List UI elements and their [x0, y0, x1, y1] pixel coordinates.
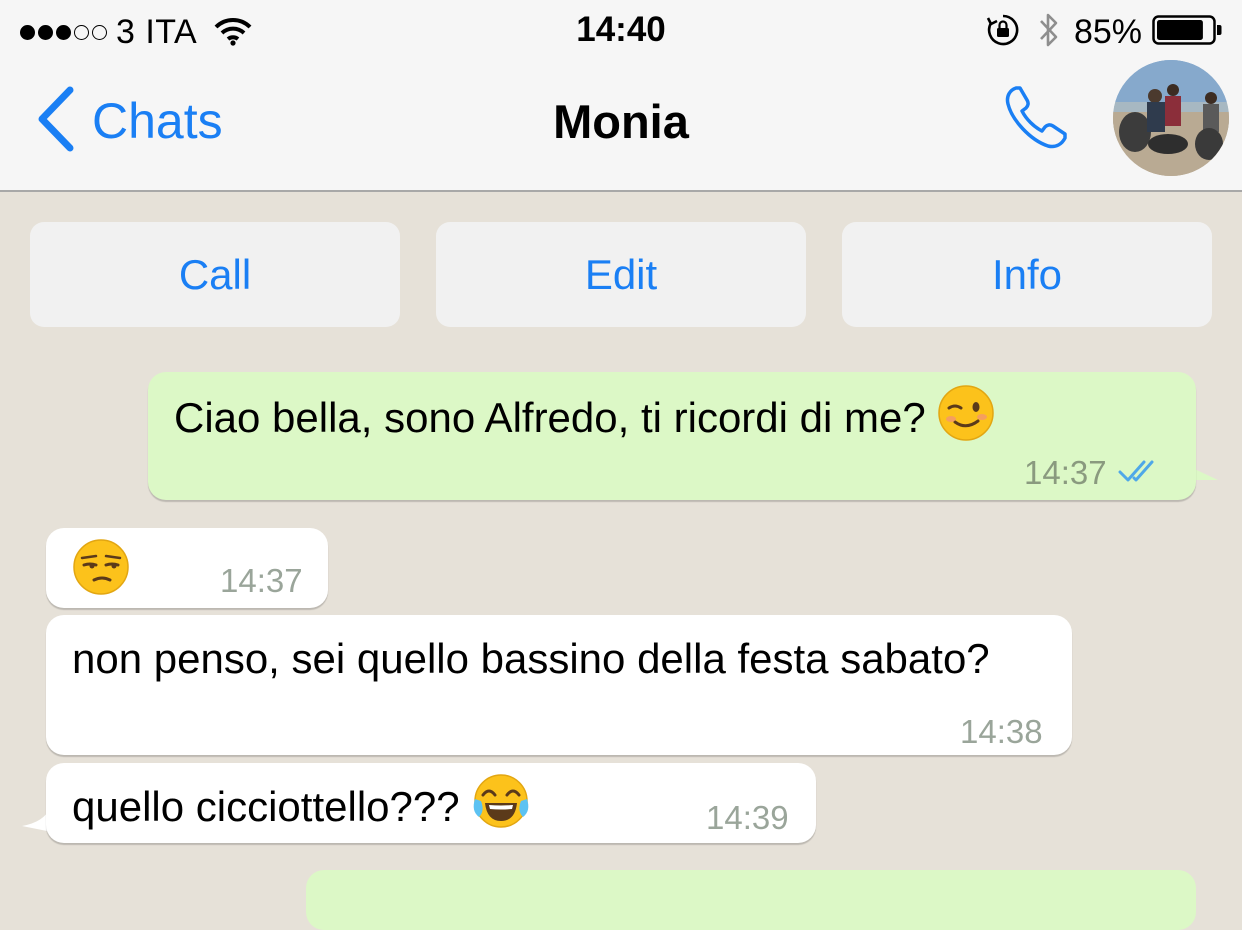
orientation-lock-icon	[986, 13, 1020, 52]
status-bar: 3 ITA 14:40 85%	[0, 0, 1242, 64]
battery-icon	[1152, 14, 1222, 51]
winking-face-emoji-icon	[937, 384, 995, 458]
chat-header: Chats Monia	[0, 60, 1242, 192]
message-text-content: Ciao bella, sono Alfredo, ti ricordi di …	[174, 394, 926, 442]
edit-button[interactable]: Edit	[436, 222, 806, 327]
message-bubble-outgoing[interactable]	[306, 870, 1196, 930]
status-right: 85%	[986, 12, 1222, 52]
unamused-face-emoji-icon	[72, 538, 130, 601]
message-bubble-outgoing[interactable]: Ciao bella, sono Alfredo, ti ricordi di …	[148, 372, 1196, 500]
message-text-content: quello cicciottello???	[72, 783, 460, 831]
message-time: 14:38	[960, 713, 1043, 750]
message-text: Ciao bella, sono Alfredo, ti ricordi di …	[174, 384, 995, 458]
message-text: quello cicciottello???	[72, 773, 531, 847]
message-time: 14:37	[220, 562, 303, 599]
battery-percentage: 85%	[1073, 12, 1142, 51]
phone-icon[interactable]	[1002, 82, 1072, 157]
message-bubble-incoming[interactable]: quello cicciottello??? 14:39	[46, 763, 816, 843]
read-receipt-icon	[1117, 454, 1163, 492]
info-button[interactable]: Info	[842, 222, 1212, 327]
contact-actions: Call Edit Info	[30, 222, 1212, 327]
message-text: non penso, sei quello bassino della fest…	[72, 635, 990, 682]
face-with-tears-of-joy-emoji-icon	[471, 773, 531, 847]
message-meta: 14:37	[1024, 454, 1163, 492]
message-time: 14:37	[1024, 454, 1107, 491]
contact-avatar[interactable]	[1113, 60, 1229, 176]
message-bubble-incoming[interactable]: non penso, sei quello bassino della fest…	[46, 615, 1072, 755]
message-bubble-incoming[interactable]: 14:37	[46, 528, 328, 608]
message-time: 14:39	[706, 799, 789, 836]
call-button[interactable]: Call	[30, 222, 400, 327]
bluetooth-icon	[1038, 11, 1060, 54]
